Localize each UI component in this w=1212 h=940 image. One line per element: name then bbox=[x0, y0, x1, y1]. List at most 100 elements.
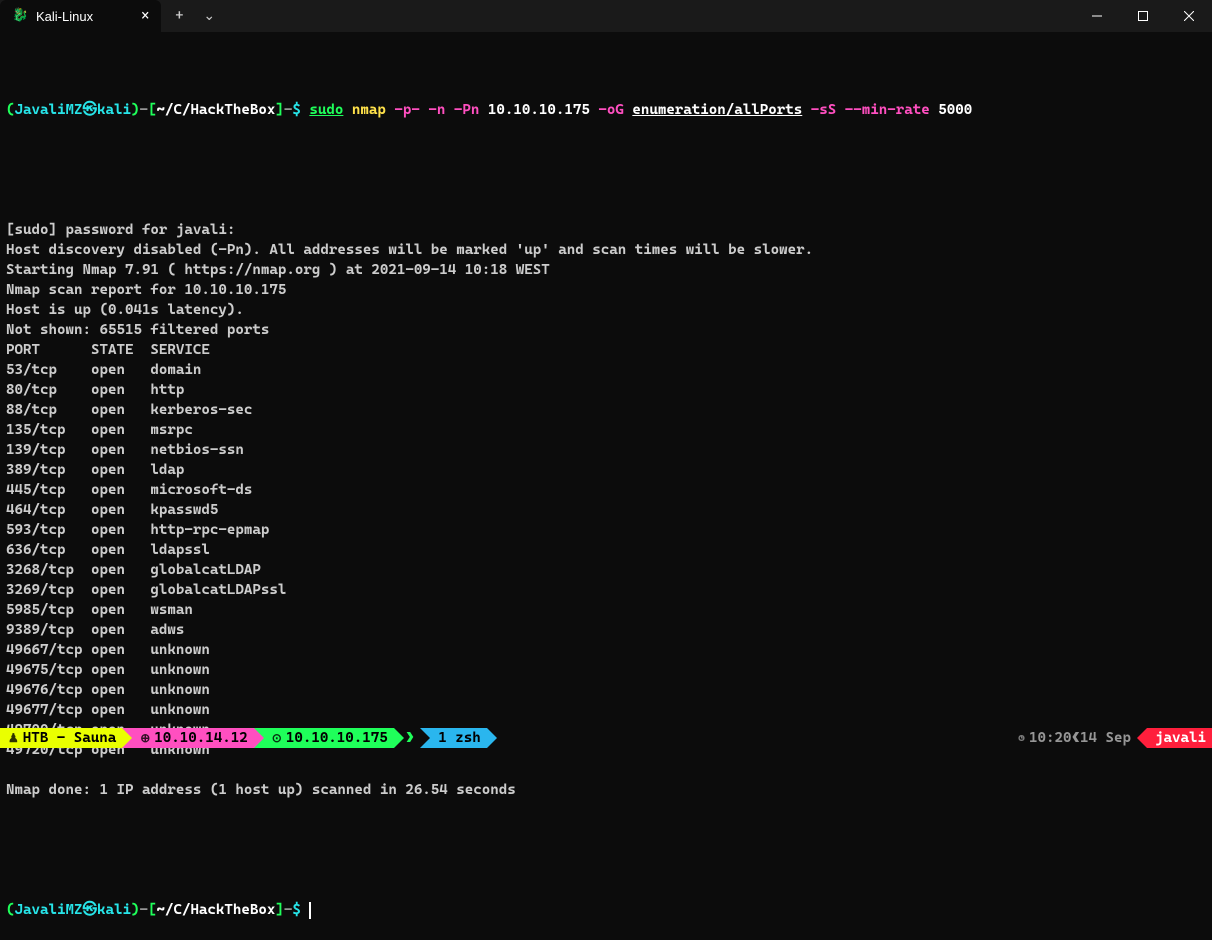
cmd-sudo: sudo bbox=[309, 102, 343, 118]
paren-open: ( bbox=[6, 102, 15, 118]
cmd-target: 10.10.10.175 bbox=[488, 102, 590, 118]
status-spacer bbox=[497, 728, 1012, 748]
output-line bbox=[6, 800, 1206, 820]
output-line: 49675/tcp open unknown bbox=[6, 660, 1206, 680]
user-host-sep-icon: ㉿ bbox=[82, 902, 97, 918]
output-line: 49677/tcp open unknown bbox=[6, 700, 1206, 720]
status-seg-user[interactable]: javali bbox=[1147, 728, 1212, 748]
minimize-button[interactable] bbox=[1074, 0, 1120, 32]
terminal-output: [sudo] password for javali:Host discover… bbox=[6, 200, 1206, 820]
output-line: 9389/tcp open adws bbox=[6, 620, 1206, 640]
output-line: 5985/tcp open wsman bbox=[6, 600, 1206, 620]
output-line: Host is up (0.041s latency). bbox=[6, 300, 1206, 320]
sp bbox=[930, 102, 939, 118]
cmd-outfile: enumeration/allPorts bbox=[632, 102, 802, 118]
prompt-dollar: $ bbox=[292, 902, 309, 918]
status-time: ◷ 10:20 ❮ 14 Sep bbox=[1012, 728, 1137, 748]
maximize-button[interactable] bbox=[1120, 0, 1166, 32]
bracket-close: ] bbox=[275, 102, 284, 118]
paren-open: ( bbox=[6, 902, 15, 918]
prompt-host: kali bbox=[97, 902, 131, 918]
status-time-text: 10:20 bbox=[1029, 728, 1071, 748]
cmd-nmap: nmap bbox=[352, 102, 386, 118]
prompt-user: JavaliMZ bbox=[15, 902, 83, 918]
separator-arrow bbox=[487, 728, 497, 748]
terminal-area[interactable]: (JavaliMZ㉿kali)-[~/C/HackTheBox]-$ sudo … bbox=[0, 32, 1212, 940]
chevron-left-icon: ❮ bbox=[1072, 728, 1081, 748]
output-line: 3269/tcp open globalcatLDAPssl bbox=[6, 580, 1206, 600]
status-seg-targetip[interactable]: ⊙ 10.10.10.175 bbox=[264, 728, 394, 748]
output-line: 3268/tcp open globalcatLDAP bbox=[6, 560, 1206, 580]
status-seg-window[interactable]: 1 zsh bbox=[430, 728, 486, 748]
prompt-path: ~/C/HackTheBox bbox=[156, 102, 275, 118]
clock-icon: ◷ bbox=[1018, 728, 1025, 748]
dropdown-button[interactable]: ⌄ bbox=[199, 8, 219, 24]
dash: - bbox=[139, 902, 148, 918]
tabbar-buttons: + ⌄ bbox=[169, 0, 219, 32]
output-line: 88/tcp open kerberos-sec bbox=[6, 400, 1206, 420]
prompt-line-2: (JavaliMZ㉿kali)-[~/C/HackTheBox]-$ bbox=[6, 900, 1206, 920]
new-tab-button[interactable]: + bbox=[169, 8, 189, 24]
separator-arrow bbox=[254, 728, 264, 748]
cmd-rate: 5000 bbox=[938, 102, 972, 118]
sp bbox=[479, 102, 488, 118]
output-line: 80/tcp open http bbox=[6, 380, 1206, 400]
titlebar: 🐉 Kali-Linux × + ⌄ bbox=[0, 0, 1212, 32]
separator-arrow bbox=[122, 728, 132, 748]
output-line bbox=[6, 200, 1206, 220]
close-icon[interactable]: × bbox=[141, 8, 149, 24]
bracket-open: [ bbox=[148, 902, 157, 918]
output-line: 49676/tcp open unknown bbox=[6, 680, 1206, 700]
output-line: 135/tcp open msrpc bbox=[6, 420, 1206, 440]
prompt-dollar: $ bbox=[292, 102, 309, 118]
status-bar: ♟ HTB - Sauna ⊕ 10.10.14.12 ⊙ 10.10.10.1… bbox=[0, 728, 1212, 748]
user-host-sep-icon: ㉿ bbox=[82, 102, 97, 118]
pawn-icon: ♟ bbox=[8, 728, 19, 748]
sp bbox=[802, 102, 811, 118]
status-seg-localip[interactable]: ⊕ 10.10.14.12 bbox=[132, 728, 254, 748]
output-line: Nmap done: 1 IP address (1 host up) scan… bbox=[6, 780, 1206, 800]
status-target-ip: 10.10.10.175 bbox=[286, 728, 388, 748]
prompt-path: ~/C/HackTheBox bbox=[156, 902, 275, 918]
status-htb-label: HTB - Sauna bbox=[23, 728, 116, 748]
tab-title: Kali-Linux bbox=[36, 9, 93, 24]
output-line bbox=[6, 760, 1206, 780]
status-window-label: 1 zsh bbox=[438, 728, 480, 748]
prompt-user: JavaliMZ bbox=[15, 102, 83, 118]
circle-plus-icon: ⊕ bbox=[140, 728, 150, 748]
status-local-ip: 10.10.14.12 bbox=[154, 728, 247, 748]
prompt-line-1: (JavaliMZ㉿kali)-[~/C/HackTheBox]-$ sudo … bbox=[6, 100, 1206, 120]
output-line: 593/tcp open http-rpc-epmap bbox=[6, 520, 1206, 540]
separator-arrow-left bbox=[1137, 728, 1147, 748]
flag-pn: -Pn bbox=[454, 102, 480, 118]
output-line: Not shown: 65515 filtered ports bbox=[6, 320, 1206, 340]
separator-arrow bbox=[394, 728, 404, 748]
status-date-text: 14 Sep bbox=[1080, 728, 1131, 748]
output-line: 389/tcp open ldap bbox=[6, 460, 1206, 480]
tab-strip: 🐉 Kali-Linux × + ⌄ bbox=[0, 0, 219, 32]
status-seg-htb[interactable]: ♟ HTB - Sauna bbox=[0, 728, 122, 748]
flag-p: -p- bbox=[394, 102, 420, 118]
sp bbox=[343, 102, 352, 118]
output-line: Starting Nmap 7.91 ( https://nmap.org ) … bbox=[6, 260, 1206, 280]
status-user-label: javali bbox=[1155, 728, 1206, 748]
output-line: PORT STATE SERVICE bbox=[6, 340, 1206, 360]
window-controls bbox=[1074, 0, 1212, 32]
output-line: 49667/tcp open unknown bbox=[6, 640, 1206, 660]
sp bbox=[445, 102, 454, 118]
paren-close: ) bbox=[131, 902, 140, 918]
dash2: - bbox=[284, 902, 293, 918]
separator-arrow-outline: ❯ bbox=[404, 728, 421, 748]
output-line: 139/tcp open netbios-ssn bbox=[6, 440, 1206, 460]
flag-og: -oG bbox=[598, 102, 624, 118]
close-window-button[interactable] bbox=[1166, 0, 1212, 32]
sp bbox=[836, 102, 845, 118]
output-line: Host discovery disabled (-Pn). All addre… bbox=[6, 240, 1206, 260]
output-line: 53/tcp open domain bbox=[6, 360, 1206, 380]
dash: - bbox=[139, 102, 148, 118]
flag-minrate: --min-rate bbox=[845, 102, 930, 118]
tab-active[interactable]: 🐉 Kali-Linux × bbox=[0, 0, 161, 32]
output-line: 464/tcp open kpasswd5 bbox=[6, 500, 1206, 520]
output-line: 445/tcp open microsoft-ds bbox=[6, 480, 1206, 500]
output-line: [sudo] password for javali: bbox=[6, 220, 1206, 240]
